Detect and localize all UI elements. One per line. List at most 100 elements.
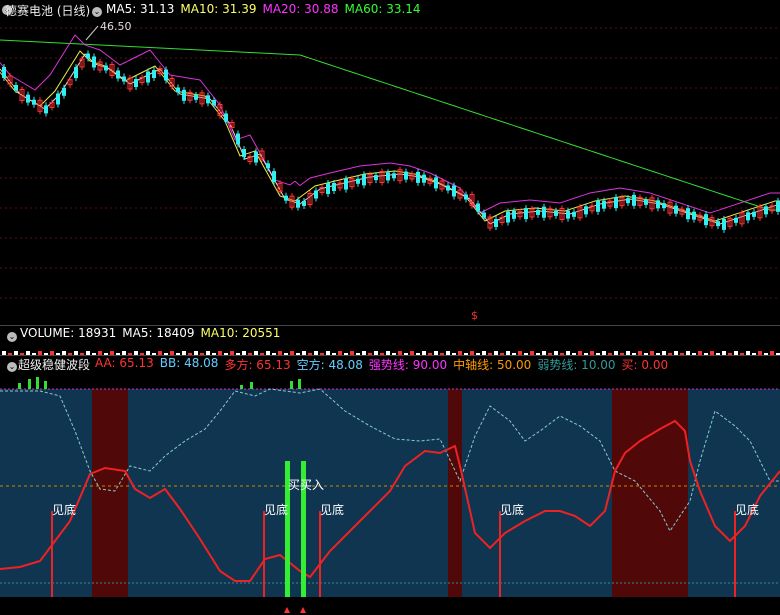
candle-down xyxy=(236,133,240,145)
candle-down xyxy=(722,218,726,230)
candle-down xyxy=(386,172,390,181)
candle-down xyxy=(302,201,306,206)
strong-zone xyxy=(448,389,462,597)
candle-down xyxy=(14,85,18,90)
ma-label-0: MA5: 31.13 xyxy=(106,2,175,16)
candle-down xyxy=(362,174,366,186)
candle-down xyxy=(44,105,48,114)
indicator-chart[interactable]: 见底 见底 见底 见底 见底买 买入 xyxy=(0,371,780,615)
candle-down xyxy=(686,208,690,220)
candle-down xyxy=(104,65,108,71)
ma-label-3: MA60: 33.14 xyxy=(344,2,421,16)
candle-down xyxy=(272,171,276,183)
top-tick xyxy=(36,377,39,389)
volume-chart[interactable] xyxy=(0,340,780,355)
candle-down xyxy=(572,211,576,217)
top-tick xyxy=(18,383,21,389)
candle-down xyxy=(134,79,138,87)
candle-down xyxy=(284,195,288,201)
candle-down xyxy=(374,175,378,181)
candle-down xyxy=(626,198,630,204)
candle-down xyxy=(734,217,738,223)
stock-title: 德赛电池 (日线) xyxy=(5,4,91,18)
candle-down xyxy=(242,149,246,157)
candle-down xyxy=(404,171,408,180)
candle-down xyxy=(446,185,450,191)
candle-down xyxy=(392,173,396,179)
candle-down xyxy=(344,178,348,190)
ma60-line xyxy=(0,39,780,211)
candle-down xyxy=(92,56,96,68)
candle-down xyxy=(614,197,618,209)
candle-down xyxy=(266,163,270,169)
candle-down xyxy=(566,210,570,219)
candle-down xyxy=(752,211,756,217)
candle-down xyxy=(434,177,438,189)
ma-label-2: MA20: 30.88 xyxy=(262,2,339,16)
candle-down xyxy=(632,194,636,206)
candle-down xyxy=(716,221,720,227)
low-price-marker: $ xyxy=(471,309,478,322)
candle-down xyxy=(332,183,336,191)
candle-down xyxy=(506,211,510,223)
candle-down xyxy=(212,100,216,105)
candle-down xyxy=(146,71,150,83)
strong-zone xyxy=(92,389,128,597)
buy-label: 买 xyxy=(288,478,300,492)
candle-down xyxy=(542,206,546,218)
candle-down xyxy=(554,210,558,216)
top-tick xyxy=(240,385,243,389)
top-tick xyxy=(250,382,253,389)
volume-label-1: MA5: 18409 xyxy=(122,326,195,340)
candle-down xyxy=(2,67,6,78)
candle-down xyxy=(296,199,300,208)
candle-down xyxy=(746,212,750,221)
candle-down xyxy=(26,94,30,103)
candle-down xyxy=(356,178,360,184)
ma-toggle-icon[interactable]: ⌄ xyxy=(90,3,106,17)
bottom-signal-label: 见底 xyxy=(52,502,76,517)
candle-down xyxy=(476,203,480,212)
candle-down xyxy=(254,151,258,163)
candle-down xyxy=(584,206,588,215)
candle-down xyxy=(206,95,210,104)
ma20-line xyxy=(0,34,780,214)
candle-down xyxy=(422,174,426,183)
candle-down xyxy=(596,200,600,212)
candle-down xyxy=(764,206,768,215)
strong-zone xyxy=(612,389,688,597)
candle-down xyxy=(224,113,228,122)
volume-label-2: MA10: 20551 xyxy=(200,326,281,340)
top-tick xyxy=(290,381,293,389)
candle-down xyxy=(74,67,78,79)
candle-down xyxy=(704,214,708,226)
bottom-signal-label: 见底 xyxy=(500,502,524,517)
top-tick xyxy=(28,379,31,389)
candle-down xyxy=(776,200,780,212)
bottom-signal-label: 见底 xyxy=(264,502,288,517)
candle-down xyxy=(692,211,696,220)
bottom-signal-label: 见底 xyxy=(320,502,344,517)
buy-arrow-icon xyxy=(284,607,290,613)
candle-down xyxy=(62,87,66,96)
candle-down xyxy=(674,205,678,214)
candle-down xyxy=(152,70,156,78)
top-tick xyxy=(298,379,301,389)
volume-label-0: VOLUME: 18931 xyxy=(20,326,117,340)
bottom-signal-label: 见底 xyxy=(735,502,759,517)
candle-down xyxy=(122,76,126,82)
candle-down xyxy=(416,171,420,183)
buy-entry-label: 买入 xyxy=(300,478,324,492)
candle-down xyxy=(524,208,528,220)
candle-down xyxy=(326,183,330,194)
candle-down xyxy=(452,185,456,197)
price-chart[interactable] xyxy=(0,0,780,325)
volume-legend: VOLUME: 18931 MA5: 18409 MA10: 20551 xyxy=(20,326,280,340)
candle-down xyxy=(56,93,60,105)
top-tick xyxy=(44,381,47,389)
ma-label-1: MA10: 31.39 xyxy=(180,2,257,16)
candle-down xyxy=(116,70,120,79)
candle-down xyxy=(644,199,648,205)
candle-down xyxy=(164,69,168,81)
high-price-marker: 46.50 xyxy=(100,20,132,33)
